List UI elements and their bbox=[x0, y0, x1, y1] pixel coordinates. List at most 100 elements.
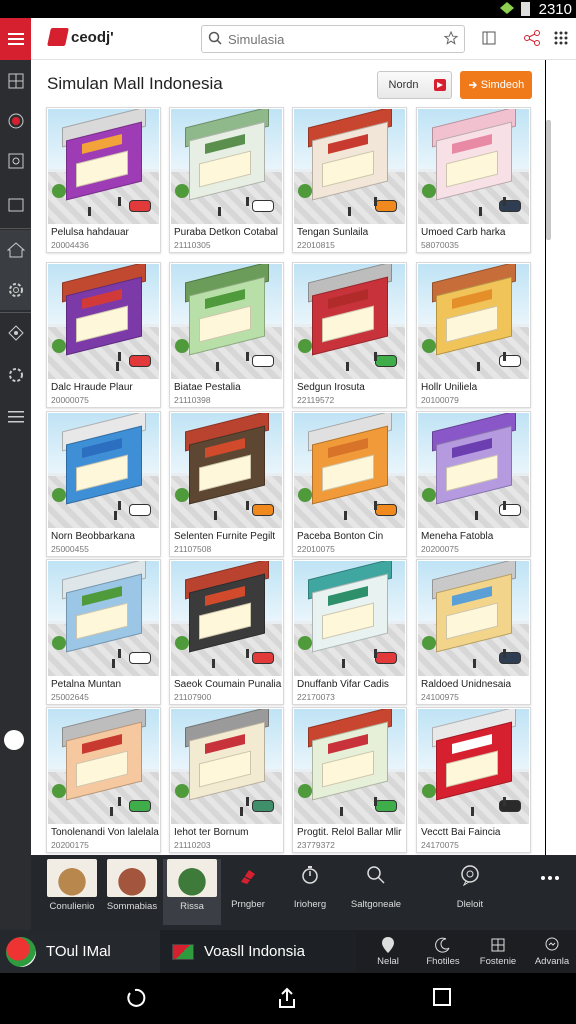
status-time: 2310 bbox=[538, 1, 572, 18]
brand-icon bbox=[47, 28, 69, 46]
dock-item-location[interactable]: Nelal bbox=[362, 934, 414, 967]
mall-card-code: 20200175 bbox=[51, 840, 89, 850]
dock-item-moon[interactable]: Fhotiles bbox=[417, 934, 469, 967]
mall-card[interactable]: Raldoed Unidnesaia 24100975 bbox=[416, 559, 531, 705]
mall-illustration bbox=[171, 109, 282, 224]
mall-illustration bbox=[48, 264, 159, 379]
mall-card-title: Raldoed Unidnesaia bbox=[421, 679, 512, 690]
mall-card-title: Dnuffanb Vifar Cadis bbox=[297, 679, 389, 690]
rail-shield-button[interactable] bbox=[0, 318, 31, 348]
mall-card[interactable]: Sedgun Irosuta 22119572 bbox=[292, 262, 407, 408]
toolbar-item-4[interactable]: Prngber bbox=[219, 859, 277, 925]
mall-illustration bbox=[171, 709, 282, 824]
chat-icon bbox=[459, 864, 481, 891]
mall-card-title: Norn Beobbarkana bbox=[51, 531, 135, 542]
toolbar-item-6[interactable]: Saltgoneale bbox=[347, 859, 405, 925]
mall-card[interactable]: Saeok Coumain Punalia 21107900 bbox=[169, 559, 284, 705]
dock-item-chat[interactable]: Advanla bbox=[526, 934, 576, 967]
rail-share-button[interactable] bbox=[0, 146, 31, 176]
toolbar-item-3[interactable]: Rissa bbox=[163, 859, 221, 925]
dock-bar: TOul IMal Voasll Indonsia Nelal Fhotiles… bbox=[0, 930, 576, 973]
back-icon[interactable] bbox=[124, 987, 146, 1009]
mall-card-title: Meneha Fatobla bbox=[421, 531, 494, 542]
dock-tab-secondary[interactable]: Voasll Indonsia bbox=[160, 930, 356, 973]
mall-card-title: Selenten Furnite Pegilt bbox=[174, 531, 276, 542]
star-icon[interactable] bbox=[444, 31, 458, 45]
mall-card[interactable]: Paceba Bonton Cin 22010075 bbox=[292, 411, 407, 557]
rail-window-button[interactable] bbox=[0, 190, 31, 220]
mall-illustration bbox=[294, 264, 405, 379]
search-icon bbox=[208, 31, 222, 45]
mall-card-title: Pelulsa hahdauar bbox=[51, 227, 129, 238]
mall-card[interactable]: Biatae Pestalia 21110398 bbox=[169, 262, 284, 408]
mall-card[interactable]: Progtit. Relol Ballar Mlir 23779372 bbox=[292, 707, 407, 853]
search-icon bbox=[366, 865, 386, 890]
rail-layout-button[interactable] bbox=[0, 66, 31, 96]
recents-icon[interactable] bbox=[432, 987, 452, 1007]
share-network-icon[interactable] bbox=[523, 30, 541, 46]
mall-card-code: 22010075 bbox=[297, 544, 335, 554]
secondary-button[interactable]: Nordn bbox=[378, 79, 429, 91]
mall-card[interactable]: Selenten Furnite Pegilt 21107508 bbox=[169, 411, 284, 557]
bookmark-icon[interactable] bbox=[481, 30, 497, 46]
rail-settings-button[interactable] bbox=[0, 270, 31, 310]
toolbar-item-5[interactable]: Irioherg bbox=[281, 859, 339, 925]
mall-card-code: 22119572 bbox=[297, 395, 335, 405]
search-input[interactable] bbox=[228, 30, 433, 48]
mall-card[interactable]: Dnuffanb Vifar Cadis 22170073 bbox=[292, 559, 407, 705]
rail-record-button[interactable] bbox=[0, 106, 31, 136]
mall-card[interactable]: Petalna Muntan 25002645 bbox=[46, 559, 161, 705]
arrow-icon bbox=[468, 81, 477, 89]
mall-card[interactable]: Meneha Fatobla 20200075 bbox=[416, 411, 531, 557]
mall-illustration bbox=[418, 109, 529, 224]
mall-illustration bbox=[171, 264, 282, 379]
search-box[interactable] bbox=[201, 25, 465, 53]
car-icon bbox=[129, 355, 151, 367]
mall-card[interactable]: Umoed Carb harka 58070035 bbox=[416, 107, 531, 253]
mall-card-title: Sedgun Irosuta bbox=[297, 382, 365, 393]
rail-collapse-handle[interactable] bbox=[4, 730, 24, 750]
secondary-button-group[interactable]: Nordn bbox=[377, 71, 452, 99]
apps-grid-icon[interactable] bbox=[553, 30, 569, 46]
gear-icon bbox=[8, 283, 23, 297]
mall-card-code: 21110305 bbox=[174, 240, 211, 250]
scrollbar-thumb[interactable] bbox=[546, 120, 551, 240]
dock-item-grid[interactable]: Fostenie bbox=[472, 934, 524, 967]
mall-card-code: 25000455 bbox=[51, 544, 89, 554]
toolbar-item-2[interactable]: Sommabias bbox=[103, 859, 161, 925]
toolbar-item-label: Dleloit bbox=[456, 899, 484, 910]
rail-list-button[interactable] bbox=[0, 402, 31, 432]
mall-card[interactable]: Puraba Detkon Cotabal 21110305 bbox=[169, 107, 284, 253]
tree-icon bbox=[422, 488, 436, 502]
mall-illustration bbox=[171, 413, 282, 528]
toolbar-item-1[interactable]: Conulienio bbox=[43, 859, 101, 925]
toolbar-item-8[interactable] bbox=[521, 859, 576, 925]
tree-icon bbox=[298, 488, 312, 502]
status-bar: 2310 bbox=[0, 0, 576, 18]
mall-card[interactable]: Hollr Uniliela 20100079 bbox=[416, 262, 531, 408]
mall-card[interactable]: Iehot ter Bornum 21110203 bbox=[169, 707, 284, 853]
mall-card-title: Hollr Uniliela bbox=[421, 382, 478, 393]
vertical-scrollbar[interactable] bbox=[546, 60, 576, 855]
primary-button[interactable]: Simdeoh bbox=[460, 71, 532, 99]
tree-icon bbox=[175, 488, 189, 502]
record-icon bbox=[8, 113, 23, 129]
share-icon bbox=[8, 153, 23, 169]
rail-config-button[interactable] bbox=[0, 360, 31, 390]
hamburger-menu-button[interactable] bbox=[0, 18, 31, 60]
mall-card[interactable]: Tonolenandi Von lalelalan 20200175 bbox=[46, 707, 161, 853]
brand-logo[interactable]: ceodj' bbox=[47, 28, 114, 46]
mall-card[interactable]: Norn Beobbarkana 25000455 bbox=[46, 411, 161, 557]
main-content: Simulan Mall Indonesia Nordn Simdeoh Pel… bbox=[31, 60, 545, 855]
mall-card[interactable]: Dalc Hraude Plaur 20000075 bbox=[46, 262, 161, 408]
dock-tab-main[interactable]: TOul IMal bbox=[0, 930, 160, 973]
toolbar-item-7[interactable]: Dleloit bbox=[441, 859, 499, 925]
mall-illustration bbox=[294, 413, 405, 528]
mall-card[interactable]: Pelulsa hahdauar 20004436 bbox=[46, 107, 161, 253]
toolbar-item-label: Prngber bbox=[231, 899, 265, 910]
flag-button[interactable] bbox=[429, 72, 451, 98]
rail-home-button[interactable] bbox=[0, 230, 31, 270]
mall-card[interactable]: Vecctt Bai Faincia 24170075 bbox=[416, 707, 531, 853]
home-nav-icon[interactable] bbox=[276, 987, 298, 1009]
mall-card[interactable]: Tengan Sunlaila 22010815 bbox=[292, 107, 407, 253]
